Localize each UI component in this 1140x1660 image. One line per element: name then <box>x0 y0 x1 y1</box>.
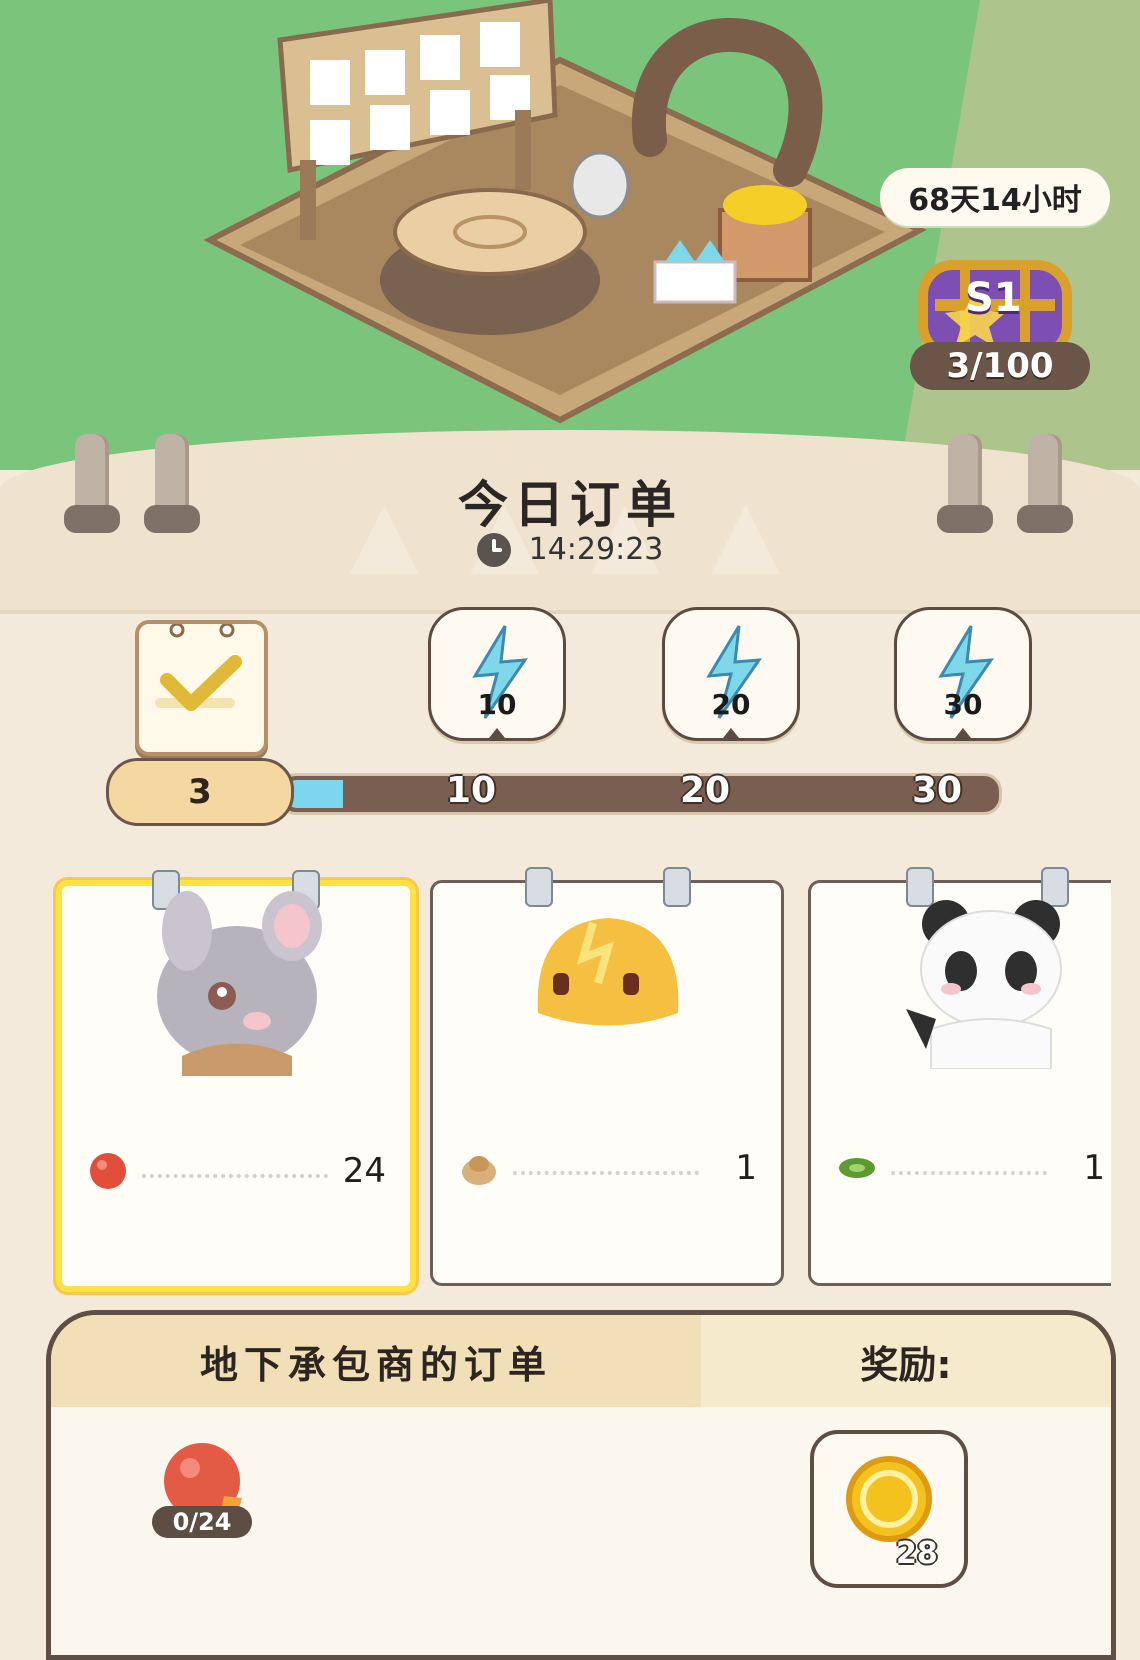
order-requirement-row: 24 <box>86 1146 386 1196</box>
bread-roll-icon <box>462 1156 496 1185</box>
card-clip <box>663 867 691 907</box>
dotted-separator <box>891 1161 1047 1175</box>
page-title: 今日订单 <box>458 476 682 534</box>
order-count: 24 <box>342 1151 386 1191</box>
season-label: S1 <box>965 275 1022 321</box>
event-timer: 68天14小时 <box>880 168 1110 226</box>
dotted-separator <box>142 1164 328 1178</box>
order-count: 1 <box>1083 1148 1105 1188</box>
countdown-row: 14:29:23 <box>0 532 1140 567</box>
milestone-reward-2[interactable]: 20 <box>662 607 800 741</box>
reward-coin-count: 28 <box>896 1536 938 1571</box>
green-leaf-icon <box>839 1158 875 1178</box>
card-clip <box>525 867 553 907</box>
milestone-tick-label: 10 <box>446 770 497 811</box>
gold-coin-icon <box>846 1456 932 1542</box>
contractor-item-progress: 0/24 <box>152 1506 252 1538</box>
order-card-hamster[interactable]: 24 <box>56 870 416 1292</box>
contractor-order-title: 地下承包商的订单 <box>51 1315 701 1407</box>
order-card-slime[interactable]: 1 <box>430 867 784 1286</box>
milestone-reward-amount: 10 <box>477 688 517 721</box>
milestone-reward-amount: 30 <box>943 688 983 721</box>
completed-count: 3 <box>106 758 294 826</box>
dotted-separator <box>513 1161 699 1175</box>
milestone-reward-1[interactable]: 10 <box>428 607 566 741</box>
daily-orders-header: ▲ ▲ ▲ ▲ 今日订单 14:29:23 <box>0 430 1140 614</box>
reward-coin-slot[interactable]: 28 <box>810 1430 968 1588</box>
order-requirement-row: 1 <box>835 1143 1105 1193</box>
checkmark-icon <box>155 622 242 711</box>
countdown-timer: 14:29:23 <box>528 532 664 567</box>
season-progress: 3/100 <box>910 342 1090 390</box>
milestone-tick-label: 30 <box>912 770 963 811</box>
hamster-portrait <box>157 891 322 1076</box>
milestone-tick-label: 20 <box>680 770 731 811</box>
order-card-panda[interactable]: 1 <box>808 867 1111 1286</box>
contractor-item[interactable]: 0/24 <box>150 1436 260 1538</box>
panda-portrait <box>906 900 1062 1069</box>
yellow-slime-portrait <box>537 918 679 1026</box>
milestone-reward-amount: 20 <box>711 688 751 721</box>
order-progress-track <box>278 773 1002 815</box>
milestone-reward-3[interactable]: 30 <box>894 607 1032 741</box>
reward-label: 奖励: <box>701 1315 1111 1407</box>
order-count: 1 <box>735 1148 757 1188</box>
red-berry-icon <box>90 1153 126 1189</box>
order-requirement-row: 1 <box>457 1143 757 1193</box>
tree-stump <box>380 188 600 335</box>
completed-orders-icon <box>135 620 268 756</box>
clock-icon <box>476 532 511 567</box>
